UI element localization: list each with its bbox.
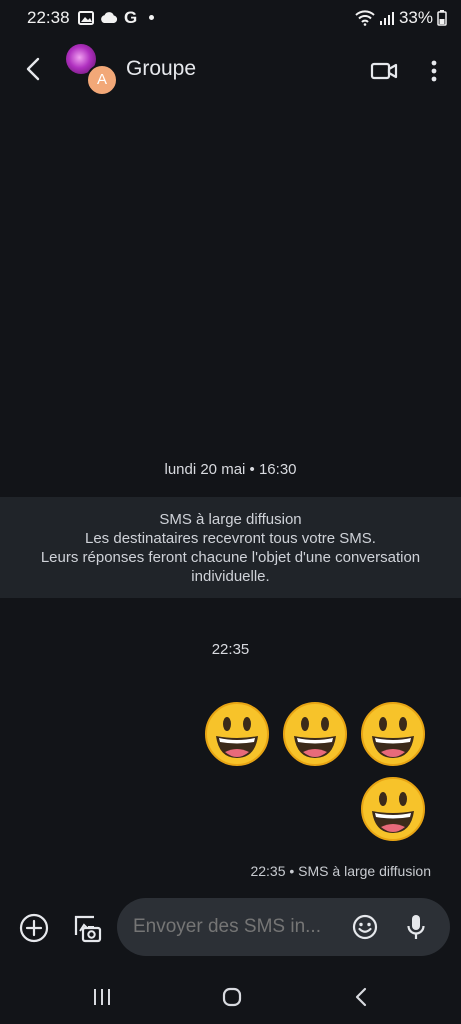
time-separator: 22:35 — [211, 641, 250, 658]
message-status: 22:35 • SMS à large diffusion — [250, 863, 431, 879]
nav-back-button[interactable] — [341, 980, 381, 1014]
more-vert-icon — [431, 60, 437, 82]
broadcast-info-banner: SMS à large diffusion Les destinataires … — [0, 497, 461, 598]
date-day: lundi 20 mai — [164, 461, 246, 478]
group-avatar[interactable]: A — [66, 44, 120, 96]
status-bar: 22:38 G 33% — [0, 0, 461, 34]
message-compose-field[interactable] — [117, 898, 450, 956]
grinning-face-icon — [361, 702, 425, 766]
grinning-face-icon — [361, 777, 425, 841]
broadcast-info-line: Les destinataires recevront tous votre S… — [85, 530, 376, 547]
add-circle-icon — [19, 913, 49, 943]
gallery-camera-icon — [74, 915, 102, 943]
more-options-button[interactable] — [420, 54, 448, 88]
app-header: A Groupe — [0, 34, 461, 106]
conversation-title[interactable]: Groupe — [126, 57, 196, 81]
message-input[interactable] — [133, 916, 343, 938]
dot-icon — [149, 15, 155, 20]
google-icon: G — [124, 8, 138, 27]
back-arrow-icon — [26, 57, 40, 81]
message-bubble-continued[interactable] — [359, 775, 427, 843]
video-call-button[interactable] — [367, 54, 401, 88]
broadcast-info-line: individuelle. — [191, 568, 270, 585]
contact-letter-avatar: A — [86, 64, 118, 96]
wifi-icon — [355, 10, 375, 26]
add-attachment-button[interactable] — [17, 911, 51, 945]
recent-apps-button[interactable] — [82, 980, 122, 1014]
cloud-icon — [101, 12, 118, 23]
emoji-button[interactable] — [350, 912, 380, 942]
voice-input-button[interactable] — [401, 912, 431, 942]
system-navigation-bar — [0, 970, 461, 1024]
gallery-icon — [78, 10, 94, 25]
broadcast-info-title: SMS à large diffusion — [159, 511, 302, 528]
emoji-smile-icon — [352, 914, 378, 940]
signal-icon — [379, 12, 394, 25]
grinning-face-icon — [283, 702, 347, 766]
nav-back-icon — [355, 987, 367, 1007]
message-bubble[interactable] — [203, 700, 427, 768]
status-time: 22:38 — [27, 8, 70, 27]
date-time: • 16:30 — [249, 461, 297, 478]
back-button[interactable] — [16, 52, 50, 86]
compose-bar — [0, 894, 461, 962]
grinning-face-icon — [205, 702, 269, 766]
date-separator: lundi 20 mai • 16:30 — [0, 461, 461, 478]
video-camera-icon — [370, 62, 398, 80]
recent-apps-icon — [94, 989, 110, 1005]
battery-icon — [437, 10, 447, 26]
gallery-camera-button[interactable] — [70, 911, 104, 945]
home-icon — [222, 987, 242, 1007]
home-button[interactable] — [212, 980, 252, 1014]
broadcast-info-line: Leurs réponses feront chacune l'objet d'… — [40, 549, 421, 566]
microphone-icon — [407, 915, 425, 939]
battery-level: 33% — [398, 8, 433, 27]
